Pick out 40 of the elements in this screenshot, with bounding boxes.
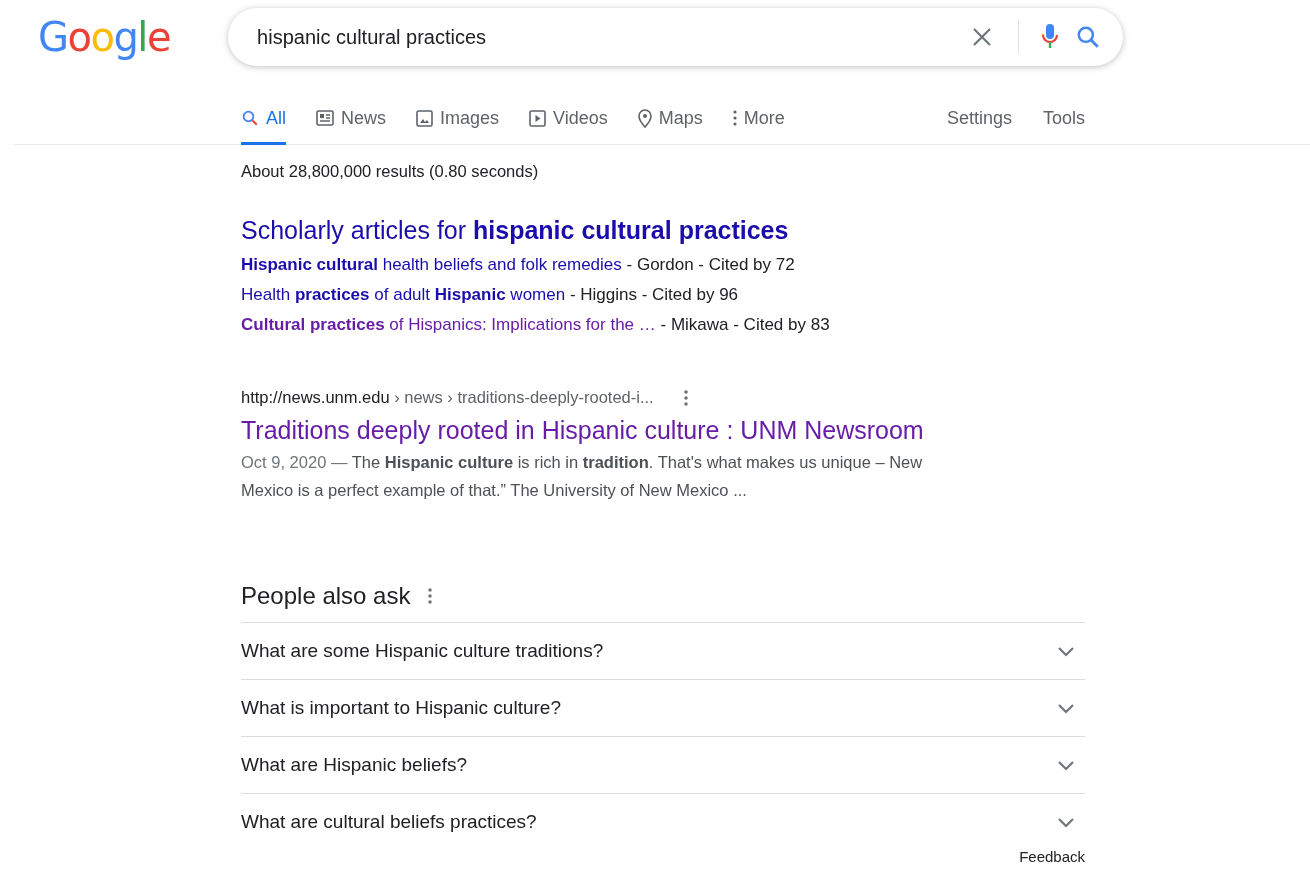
google-logo[interactable]: Google bbox=[38, 14, 171, 60]
article-link[interactable]: Cultural practices of Hispanics: Implications for the … bbox=[241, 315, 656, 334]
feedback-link[interactable]: Feedback bbox=[241, 848, 1085, 865]
article-link[interactable]: Hispanic cultural health beliefs and folk remedies bbox=[241, 255, 622, 274]
search-icon bbox=[241, 109, 259, 127]
result-breadcrumb: › news › traditions-deeply-rooted-i... bbox=[393, 388, 654, 407]
result-title-link[interactable]: Traditions deeply rooted in Hispanic culture : UNM Newsroom bbox=[241, 416, 924, 445]
question-text: What is important to Hispanic culture? bbox=[241, 697, 561, 719]
tool-link[interactable]: Settings bbox=[946, 107, 1012, 129]
question-text: What are cultural beliefs practices? bbox=[241, 811, 537, 833]
question-row[interactable]: What is important to Hispanic culture? bbox=[241, 679, 1085, 736]
question-row[interactable]: What are cultural beliefs practices? bbox=[241, 793, 1085, 850]
image-icon bbox=[416, 109, 434, 127]
result-stats: About 28,800,000 results (0.80 seconds) bbox=[241, 162, 540, 181]
question-text: What are some Hispanic culture traditions? bbox=[241, 640, 604, 662]
result-snippet: Oct 9, 2020 — The Hispanic culture is rich in tradition. That's what makes us unique – New Mexico is a perfect example of that.” The University of New Mexico ... bbox=[241, 452, 924, 501]
article-meta: - Mikawa - Cited by 83 bbox=[659, 315, 830, 334]
result-url: http://news.unm.edu bbox=[241, 388, 390, 407]
section-heading: People also ask bbox=[241, 582, 411, 610]
article-link[interactable]: Health practices of adult Hispanic women bbox=[241, 285, 566, 304]
search-tab[interactable]: All bbox=[241, 92, 286, 144]
more-options-icon[interactable] bbox=[428, 588, 433, 604]
more-options-icon[interactable] bbox=[683, 389, 688, 406]
article-meta: - Gordon - Cited by 72 bbox=[625, 255, 795, 274]
question-row[interactable]: What are some Hispanic culture traditions? bbox=[241, 622, 1085, 679]
more-dots-icon bbox=[732, 110, 737, 126]
question-row[interactable]: What are Hispanic beliefs? bbox=[241, 736, 1085, 793]
newspaper-icon bbox=[316, 110, 334, 126]
article-meta: - Higgins - Cited by 96 bbox=[568, 285, 739, 304]
search-tab[interactable]: Maps bbox=[637, 92, 703, 144]
search-tab[interactable]: Images bbox=[416, 92, 500, 144]
scholarly-heading-link[interactable]: Scholarly articles for hispanic cultural practices bbox=[241, 216, 789, 245]
search-tab[interactable]: News bbox=[316, 92, 387, 144]
play-icon bbox=[529, 109, 547, 127]
search-tab[interactable]: More bbox=[732, 92, 785, 144]
search-tab[interactable]: Videos bbox=[529, 92, 608, 144]
map-pin-icon bbox=[637, 108, 652, 128]
tool-link[interactable]: Tools bbox=[1042, 107, 1085, 129]
question-text: What are Hispanic beliefs? bbox=[241, 754, 467, 776]
search-field[interactable]: hispanic cultural practices bbox=[255, 24, 965, 50]
